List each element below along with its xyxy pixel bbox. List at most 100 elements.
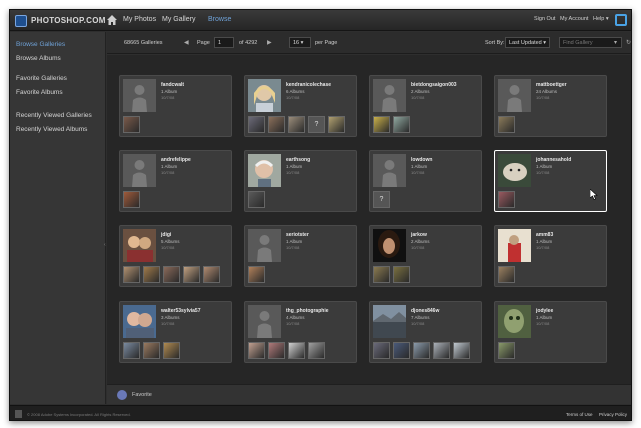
fullscreen-icon[interactable] [615, 14, 627, 26]
find-gallery-input[interactable]: Find Gallery [559, 37, 622, 48]
album-thumbnail[interactable] [268, 342, 285, 359]
album-thumbnail[interactable] [123, 116, 140, 133]
favorites-label[interactable]: Favorite [132, 392, 152, 398]
avatar-placeholder-icon[interactable] [373, 79, 406, 112]
chevron-down-icon[interactable]: ▾ [614, 39, 617, 46]
avatar-placeholder-icon[interactable] [248, 305, 281, 338]
sidebar-item-browse-albums[interactable]: Browse Albums [16, 55, 61, 62]
gallery-name[interactable]: mattboettger [536, 82, 567, 88]
album-thumbnail[interactable] [183, 266, 200, 283]
album-thumbnail[interactable] [308, 342, 325, 359]
gallery-card[interactable]: walter53sylvia57 3 Albums 10/7/08 [119, 301, 232, 363]
album-thumbnail[interactable] [123, 342, 140, 359]
avatar-placeholder-icon[interactable] [373, 154, 406, 187]
gallery-name[interactable]: johannesahold [536, 157, 571, 163]
gallery-avatar[interactable] [498, 305, 531, 338]
sidebar-item-favorite-galleries[interactable]: Favorite Galleries [16, 75, 67, 82]
help-menu[interactable]: Help ▾ [593, 16, 609, 22]
privacy-link[interactable]: Privacy Policy [599, 412, 627, 417]
album-thumbnail[interactable] [373, 342, 390, 359]
gallery-name[interactable]: jodylee [536, 308, 553, 314]
album-thumbnail[interactable] [413, 342, 430, 359]
prev-page-icon[interactable]: ◀ [184, 39, 189, 46]
gallery-card[interactable]: jdigi 5 Albums 10/7/08 [119, 225, 232, 287]
sidebar-item-favorite-albums[interactable]: Favorite Albums [16, 89, 63, 96]
favorite-icon[interactable] [117, 390, 127, 400]
gallery-avatar[interactable] [123, 229, 156, 262]
my-account-link[interactable]: My Account [560, 16, 588, 22]
gallery-card[interactable]: seriotster 1 Album 10/7/08 [244, 225, 357, 287]
unknown-thumbnail-icon[interactable]: ? [308, 116, 325, 133]
album-thumbnail[interactable] [143, 266, 160, 283]
album-thumbnail[interactable] [123, 191, 140, 208]
album-thumbnail[interactable] [498, 116, 515, 133]
album-thumbnail[interactable] [248, 116, 265, 133]
album-thumbnail[interactable] [248, 191, 265, 208]
album-thumbnail[interactable] [453, 342, 470, 359]
sidebar-item-browse-galleries[interactable]: Browse Galleries [16, 41, 65, 48]
gallery-card[interactable]: jarkow 2 Albums 10/7/08 [369, 225, 482, 287]
gallery-name[interactable]: bietdongsaigon003 [411, 82, 457, 88]
album-thumbnail[interactable] [123, 266, 140, 283]
album-thumbnail[interactable] [393, 266, 410, 283]
nav-my-photos[interactable]: My Photos [123, 16, 156, 23]
gallery-name[interactable]: jarkow [411, 232, 427, 238]
gallery-card[interactable]: thg_photographie 4 Albums 10/7/08 [244, 301, 357, 363]
album-thumbnail[interactable] [433, 342, 450, 359]
album-thumbnail[interactable] [393, 342, 410, 359]
gallery-card[interactable]: mattboettger 24 Albums 10/7/08 [494, 75, 607, 137]
avatar-placeholder-icon[interactable] [123, 79, 156, 112]
gallery-card[interactable]: johannesahold 1 Album 10/7/08 [494, 150, 607, 212]
album-thumbnail[interactable] [373, 266, 390, 283]
gallery-name[interactable]: walter53sylvia57 [161, 308, 200, 314]
album-thumbnail[interactable] [498, 191, 515, 208]
gallery-card[interactable]: djones846w 7 Albums 10/7/08 [369, 301, 482, 363]
unknown-thumbnail-icon[interactable]: ? [373, 191, 390, 208]
album-thumbnail[interactable] [248, 266, 265, 283]
sidebar-collapse-handle[interactable]: ‹ [104, 242, 106, 248]
nav-my-gallery[interactable]: My Gallery [162, 16, 195, 23]
sidebar-item-recent-albums[interactable]: Recently Viewed Albums [16, 126, 87, 133]
gallery-card[interactable]: bietdongsaigon003 2 Albums 10/7/08 [369, 75, 482, 137]
home-icon[interactable] [106, 14, 118, 26]
album-thumbnail[interactable] [498, 266, 515, 283]
album-thumbnail[interactable] [288, 342, 305, 359]
avatar-placeholder-icon[interactable] [248, 229, 281, 262]
avatar-placeholder-icon[interactable] [498, 79, 531, 112]
gallery-avatar[interactable] [373, 229, 406, 262]
gallery-avatar[interactable] [498, 154, 531, 187]
gallery-name[interactable]: earthsong [286, 157, 310, 163]
gallery-card[interactable]: jodylee 1 Album 10/7/08 [494, 301, 607, 363]
gallery-name[interactable]: kendranicolechase [286, 82, 331, 88]
album-thumbnail[interactable] [143, 342, 160, 359]
gallery-avatar[interactable] [248, 154, 281, 187]
gallery-card[interactable]: fandcwalt 1 Album 10/7/08 [119, 75, 232, 137]
album-thumbnail[interactable] [268, 116, 285, 133]
gallery-card[interactable]: andrefelippe 1 Album 10/7/08 [119, 150, 232, 212]
gallery-name[interactable]: seriotster [286, 232, 309, 238]
sign-out-link[interactable]: Sign Out [534, 16, 555, 22]
album-thumbnail[interactable] [163, 266, 180, 283]
album-thumbnail[interactable] [203, 266, 220, 283]
nav-browse[interactable]: Browse [208, 16, 231, 23]
gallery-name[interactable]: djones846w [411, 308, 439, 314]
gallery-avatar[interactable] [248, 79, 281, 112]
gallery-card[interactable]: amm83 1 Album 10/7/08 [494, 225, 607, 287]
gallery-avatar[interactable] [498, 229, 531, 262]
album-thumbnail[interactable] [373, 116, 390, 133]
album-thumbnail[interactable] [393, 116, 410, 133]
gallery-name[interactable]: amm83 [536, 232, 553, 238]
next-page-icon[interactable]: ▶ [267, 39, 272, 46]
avatar-placeholder-icon[interactable] [123, 154, 156, 187]
gallery-name[interactable]: thg_photographie [286, 308, 329, 314]
album-thumbnail[interactable] [248, 342, 265, 359]
gallery-avatar[interactable] [123, 305, 156, 338]
album-thumbnail[interactable] [498, 342, 515, 359]
album-thumbnail[interactable] [163, 342, 180, 359]
album-thumbnail[interactable] [328, 116, 345, 133]
gallery-name[interactable]: jdigi [161, 232, 171, 238]
album-thumbnail[interactable] [288, 116, 305, 133]
page-input[interactable]: 1 [214, 37, 234, 48]
gallery-name[interactable]: lowdown [411, 157, 432, 163]
gallery-name[interactable]: fandcwalt [161, 82, 184, 88]
